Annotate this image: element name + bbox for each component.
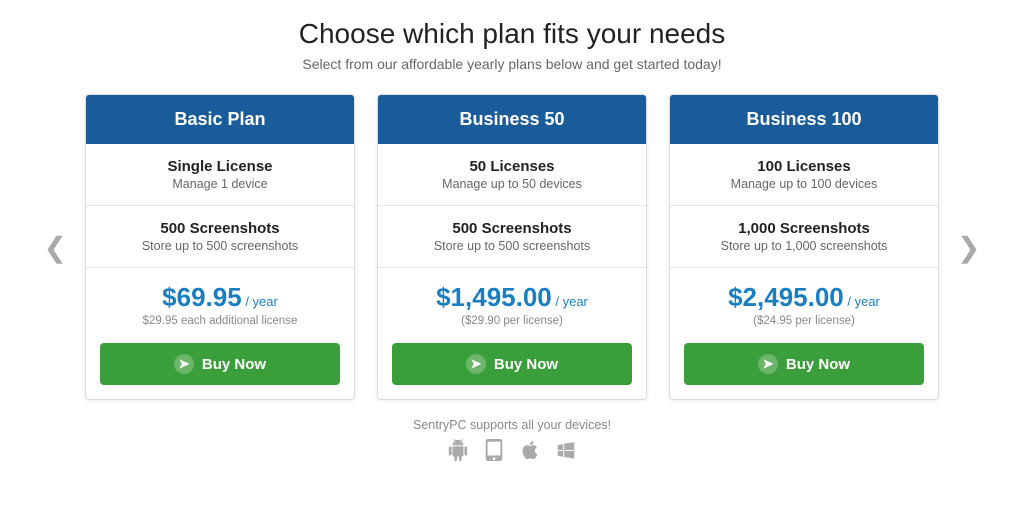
license-sub-business50: Manage up to 50 devices: [388, 177, 636, 191]
price-note-basic: $29.95 each additional license: [96, 315, 344, 327]
screenshots-title-business100: 1,000 Screenshots: [680, 220, 928, 237]
buy-btn-wrap-business100: ➤ Buy Now: [670, 333, 938, 399]
bottom-section: SentryPC supports all your devices!: [413, 418, 611, 467]
license-sub-basic: Manage 1 device: [96, 177, 344, 191]
buy-btn-basic[interactable]: ➤ Buy Now: [100, 343, 340, 385]
device-icons: [413, 439, 611, 467]
plan-header-business100: Business 100: [670, 95, 938, 144]
license-section-basic: Single License Manage 1 device: [86, 144, 354, 206]
plans-container: Basic Plan Single License Manage 1 devic…: [85, 94, 939, 400]
buy-arrow-icon-business100: ➤: [758, 354, 778, 374]
buy-arrow-icon-basic: ➤: [174, 354, 194, 374]
android-tablet-icon: [483, 439, 505, 467]
buy-label-basic: Buy Now: [202, 356, 266, 373]
plan-card-business100: Business 100 100 Licenses Manage up to 1…: [669, 94, 939, 400]
screenshots-sub-business50: Store up to 500 screenshots: [388, 239, 636, 253]
buy-label-business50: Buy Now: [494, 356, 558, 373]
screenshots-title-basic: 500 Screenshots: [96, 220, 344, 237]
screenshots-section-business50: 500 Screenshots Store up to 500 screensh…: [378, 206, 646, 268]
windows-icon: [555, 439, 577, 467]
price-period-basic: / year: [242, 294, 278, 309]
price-note-business100: ($24.95 per license): [680, 315, 928, 327]
buy-label-business100: Buy Now: [786, 356, 850, 373]
price-period-business50: / year: [552, 294, 588, 309]
plan-card-basic: Basic Plan Single License Manage 1 devic…: [85, 94, 355, 400]
apple-icon: [519, 439, 541, 467]
plans-wrapper: ❮ Basic Plan Single License Manage 1 dev…: [0, 94, 1024, 400]
price-section-business100: $2,495.00 / year ($24.95 per license): [670, 268, 938, 333]
screenshots-sub-business100: Store up to 1,000 screenshots: [680, 239, 928, 253]
screenshots-sub-basic: Store up to 500 screenshots: [96, 239, 344, 253]
price-main-basic: $69.95: [162, 282, 242, 312]
license-title-business50: 50 Licenses: [388, 158, 636, 175]
footer-label: SentryPC supports all your devices!: [413, 418, 611, 432]
price-period-business100: / year: [844, 294, 880, 309]
prev-arrow[interactable]: ❮: [26, 94, 85, 400]
license-title-basic: Single License: [96, 158, 344, 175]
buy-btn-wrap-business50: ➤ Buy Now: [378, 333, 646, 399]
page-title: Choose which plan fits your needs: [299, 18, 725, 50]
buy-arrow-icon-business50: ➤: [466, 354, 486, 374]
screenshots-section-business100: 1,000 Screenshots Store up to 1,000 scre…: [670, 206, 938, 268]
buy-btn-business100[interactable]: ➤ Buy Now: [684, 343, 924, 385]
plan-header-business50: Business 50: [378, 95, 646, 144]
page-subtitle: Select from our affordable yearly plans …: [302, 56, 721, 72]
price-main-business100: $2,495.00: [728, 282, 844, 312]
buy-btn-wrap-basic: ➤ Buy Now: [86, 333, 354, 399]
plan-header-basic: Basic Plan: [86, 95, 354, 144]
price-main-business50: $1,495.00: [436, 282, 552, 312]
license-title-business100: 100 Licenses: [680, 158, 928, 175]
price-section-business50: $1,495.00 / year ($29.90 per license): [378, 268, 646, 333]
android-icon: [447, 439, 469, 467]
license-section-business50: 50 Licenses Manage up to 50 devices: [378, 144, 646, 206]
price-section-basic: $69.95 / year $29.95 each additional lic…: [86, 268, 354, 333]
license-section-business100: 100 Licenses Manage up to 100 devices: [670, 144, 938, 206]
plan-card-business50: Business 50 50 Licenses Manage up to 50 …: [377, 94, 647, 400]
screenshots-title-business50: 500 Screenshots: [388, 220, 636, 237]
price-note-business50: ($29.90 per license): [388, 315, 636, 327]
screenshots-section-basic: 500 Screenshots Store up to 500 screensh…: [86, 206, 354, 268]
buy-btn-business50[interactable]: ➤ Buy Now: [392, 343, 632, 385]
license-sub-business100: Manage up to 100 devices: [680, 177, 928, 191]
next-arrow[interactable]: ❯: [939, 94, 998, 400]
